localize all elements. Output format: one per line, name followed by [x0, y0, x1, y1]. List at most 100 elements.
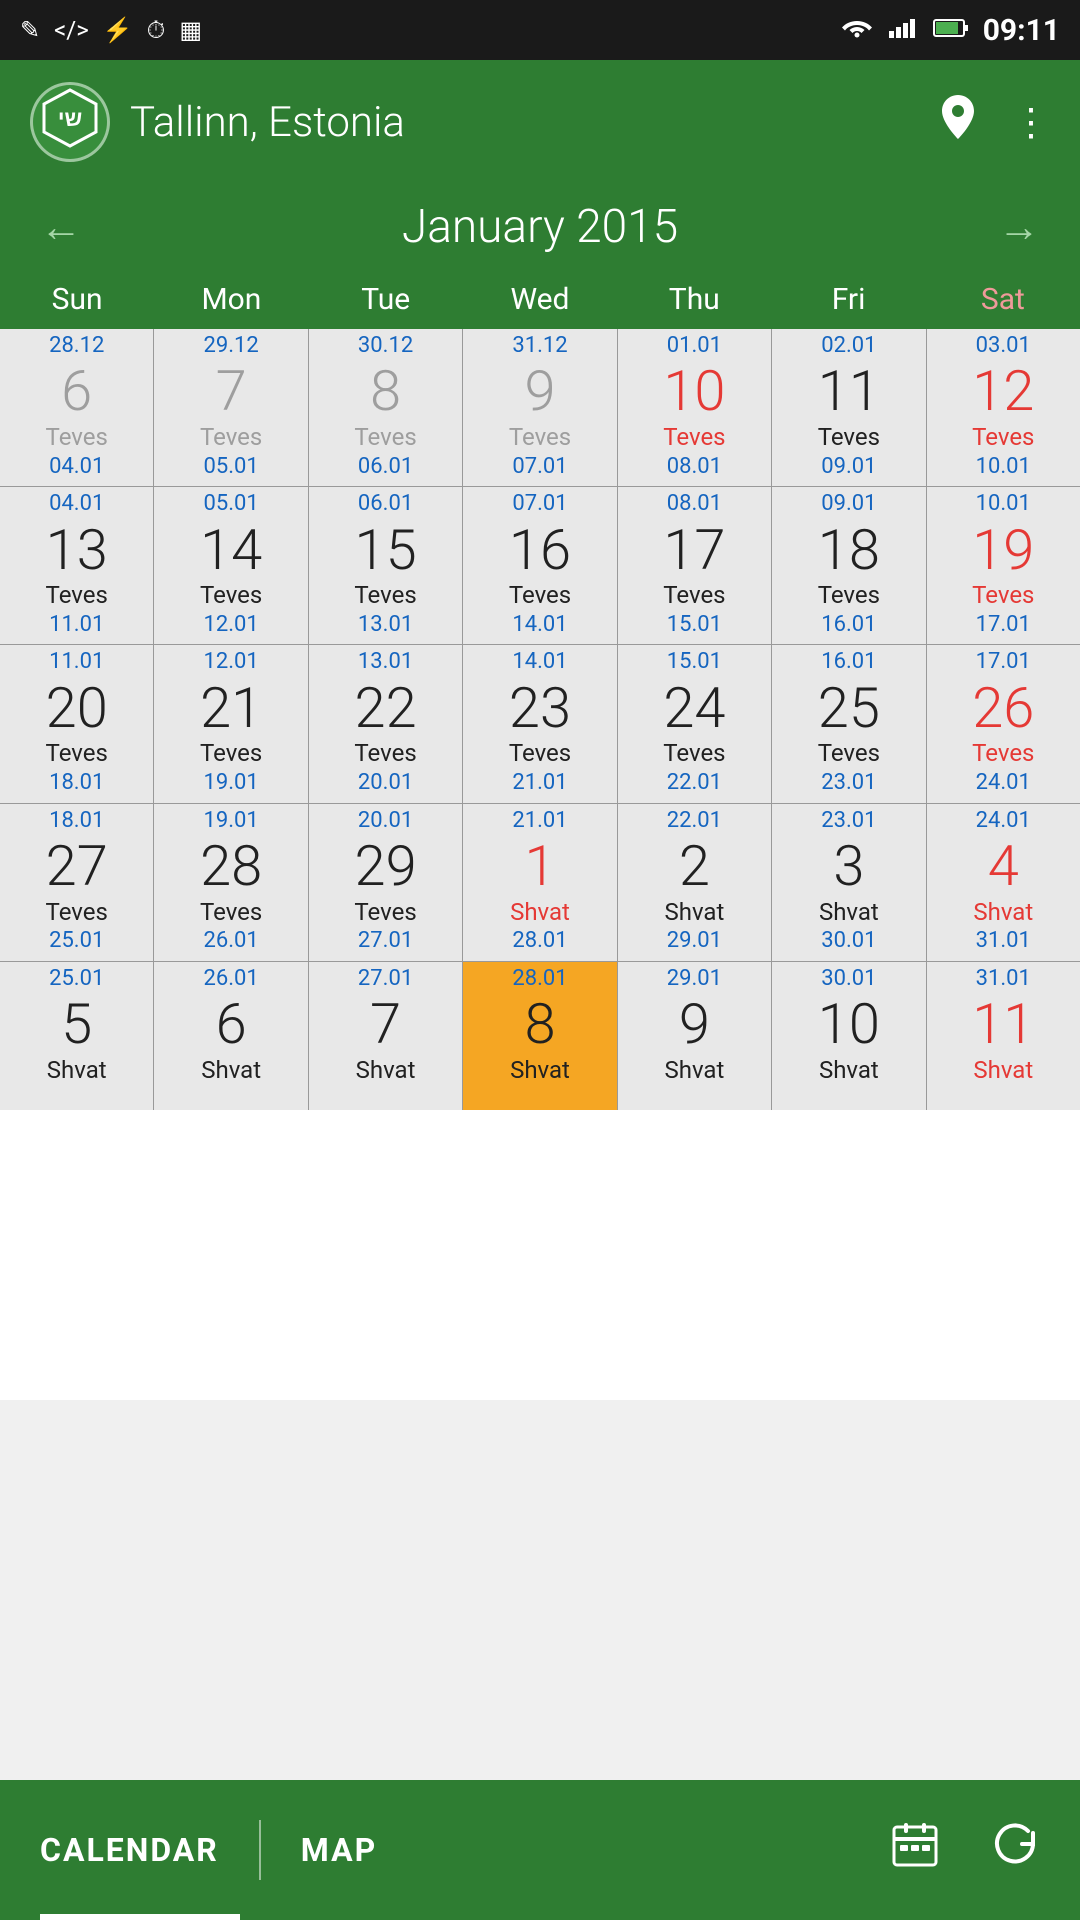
cell-top-date: 21.01: [512, 808, 567, 834]
cell-top-date: 31.12: [512, 333, 567, 359]
cell-hebrew-month: Shvat: [510, 898, 570, 927]
cell-top-date: 01.01: [667, 333, 722, 359]
cell-day-number: 16: [509, 520, 571, 582]
calendar-cell[interactable]: 28.126Teves04.01: [0, 329, 153, 486]
cell-hebrew-month: Teves: [663, 739, 725, 768]
cell-hebrew-month: Shvat: [973, 898, 1033, 927]
cell-hebrew-month: Teves: [200, 423, 262, 452]
cell-top-date: 12.01: [204, 649, 259, 675]
cell-day-number: 23: [509, 678, 571, 740]
calendar-cell[interactable]: 31.129Teves07.01: [463, 329, 616, 486]
calendar-cell[interactable]: 17.0126Teves24.01: [927, 645, 1080, 802]
cell-day-number: 21: [200, 678, 262, 740]
cell-hebrew-month: Teves: [663, 423, 725, 452]
calendar-cell[interactable]: 29.019Shvat: [618, 962, 771, 1110]
day-header-wed: Wed: [463, 270, 617, 329]
calendar-cell[interactable]: 02.0111Teves09.01: [772, 329, 925, 486]
cell-top-date: 29.12: [204, 333, 259, 359]
status-icons-left: ✎ </> ⚡ ⏱ ▦: [20, 16, 202, 44]
calendar-cell[interactable]: 31.0111Shvat: [927, 962, 1080, 1110]
calendar-cell[interactable]: 29.127Teves05.01: [154, 329, 307, 486]
calendar-cell[interactable]: 04.0113Teves11.01: [0, 487, 153, 644]
cell-top-date: 14.01: [512, 649, 567, 675]
cell-top-date: 25.01: [49, 966, 104, 992]
calendar-cell[interactable]: 23.013Shvat30.01: [772, 804, 925, 961]
cell-bottom-date: 20.01: [358, 770, 413, 796]
prev-month-button[interactable]: ←: [40, 203, 82, 252]
calendar-cell[interactable]: 01.0110Teves08.01: [618, 329, 771, 486]
cell-top-date: 28.01: [512, 966, 567, 992]
refresh-icon[interactable]: [990, 1819, 1040, 1881]
calendar-cell[interactable]: 22.012Shvat29.01: [618, 804, 771, 961]
cell-bottom-date: 04.01: [49, 454, 104, 480]
cell-hebrew-month: Teves: [509, 581, 571, 610]
calendar-cell[interactable]: 06.0115Teves13.01: [309, 487, 462, 644]
calendar-tab[interactable]: CALENDAR: [0, 1831, 259, 1869]
calendar-cell[interactable]: 07.0116Teves14.01: [463, 487, 616, 644]
calendar-cell[interactable]: 27.017Shvat: [309, 962, 462, 1110]
calendar-cell[interactable]: 30.128Teves06.01: [309, 329, 462, 486]
cell-top-date: 04.01: [49, 491, 104, 517]
white-area: [0, 1110, 1080, 1400]
cell-bottom-date: 29.01: [667, 928, 722, 954]
calendar-cell[interactable]: 05.0114Teves12.01: [154, 487, 307, 644]
cell-bottom-date: 08.01: [667, 454, 722, 480]
cell-hebrew-month: Teves: [200, 581, 262, 610]
cell-bottom-date: 31.01: [976, 928, 1031, 954]
pencil-icon: ✎: [20, 16, 40, 44]
calendar-cell[interactable]: 20.0129Teves27.01: [309, 804, 462, 961]
calendar-cell[interactable]: 09.0118Teves16.01: [772, 487, 925, 644]
calendar-cell[interactable]: 10.0119Teves17.01: [927, 487, 1080, 644]
app-logo: שי: [30, 82, 110, 162]
cell-hebrew-month: Teves: [818, 423, 880, 452]
cell-day-number: 19: [972, 520, 1034, 582]
calendar-icon[interactable]: [890, 1819, 940, 1881]
cell-day-number: 17: [663, 520, 725, 582]
map-tab[interactable]: MAP: [261, 1831, 417, 1869]
cell-top-date: 29.01: [667, 966, 722, 992]
more-options-icon[interactable]: ⋮: [1012, 100, 1050, 145]
cell-day-number: 24: [663, 678, 725, 740]
calendar-cell[interactable]: 08.0117Teves15.01: [618, 487, 771, 644]
calendar-cell[interactable]: 13.0122Teves20.01: [309, 645, 462, 802]
calendar-cell[interactable]: 28.018Shvat: [463, 962, 616, 1110]
barcode-icon: ▦: [179, 16, 202, 44]
calendar-cell[interactable]: 03.0112Teves10.01: [927, 329, 1080, 486]
next-month-button[interactable]: →: [998, 203, 1040, 252]
calendar-cell[interactable]: 12.0121Teves19.01: [154, 645, 307, 802]
cell-day-number: 7: [370, 994, 401, 1056]
calendar-cell[interactable]: 15.0124Teves22.01: [618, 645, 771, 802]
calendar-cell[interactable]: 14.0123Teves21.01: [463, 645, 616, 802]
calendar-cell[interactable]: 26.016Shvat: [154, 962, 307, 1110]
cell-day-number: 8: [370, 361, 401, 423]
calendar-cell[interactable]: 19.0128Teves26.01: [154, 804, 307, 961]
cell-day-number: 25: [818, 678, 880, 740]
calendar-cell[interactable]: 16.0125Teves23.01: [772, 645, 925, 802]
calendar-cell[interactable]: 25.015Shvat: [0, 962, 153, 1110]
location-icon[interactable]: [940, 95, 976, 149]
cell-hebrew-month: Teves: [200, 739, 262, 768]
cell-bottom-date: 12.01: [204, 612, 259, 638]
cell-hebrew-month: Shvat: [819, 1056, 879, 1085]
cell-hebrew-month: Teves: [354, 581, 416, 610]
calendar-cell[interactable]: 21.011Shvat28.01: [463, 804, 616, 961]
day-header-mon: Mon: [154, 270, 308, 329]
app-header: שי Tallinn, Estonia ⋮: [0, 60, 1080, 184]
calendar-cell[interactable]: 18.0127Teves25.01: [0, 804, 153, 961]
calendar-cell[interactable]: 11.0120Teves18.01: [0, 645, 153, 802]
cell-hebrew-month: Shvat: [201, 1056, 261, 1085]
day-header-sat: Sat: [926, 270, 1080, 329]
calendar-cell[interactable]: 24.014Shvat31.01: [927, 804, 1080, 961]
header-right: ⋮: [940, 95, 1050, 149]
calendar-cell[interactable]: 30.0110Shvat: [772, 962, 925, 1110]
header-left: שי Tallinn, Estonia: [30, 82, 405, 162]
cell-day-number: 11: [818, 361, 880, 423]
cell-bottom-date: 28.01: [512, 928, 567, 954]
cell-day-number: 12: [972, 361, 1034, 423]
cell-hebrew-month: Teves: [46, 898, 108, 927]
cell-top-date: 16.01: [821, 649, 876, 675]
cell-bottom-date: 26.01: [204, 928, 259, 954]
cell-day-number: 18: [818, 520, 880, 582]
cell-bottom-date: 23.01: [821, 770, 876, 796]
day-header-fri: Fri: [771, 270, 925, 329]
